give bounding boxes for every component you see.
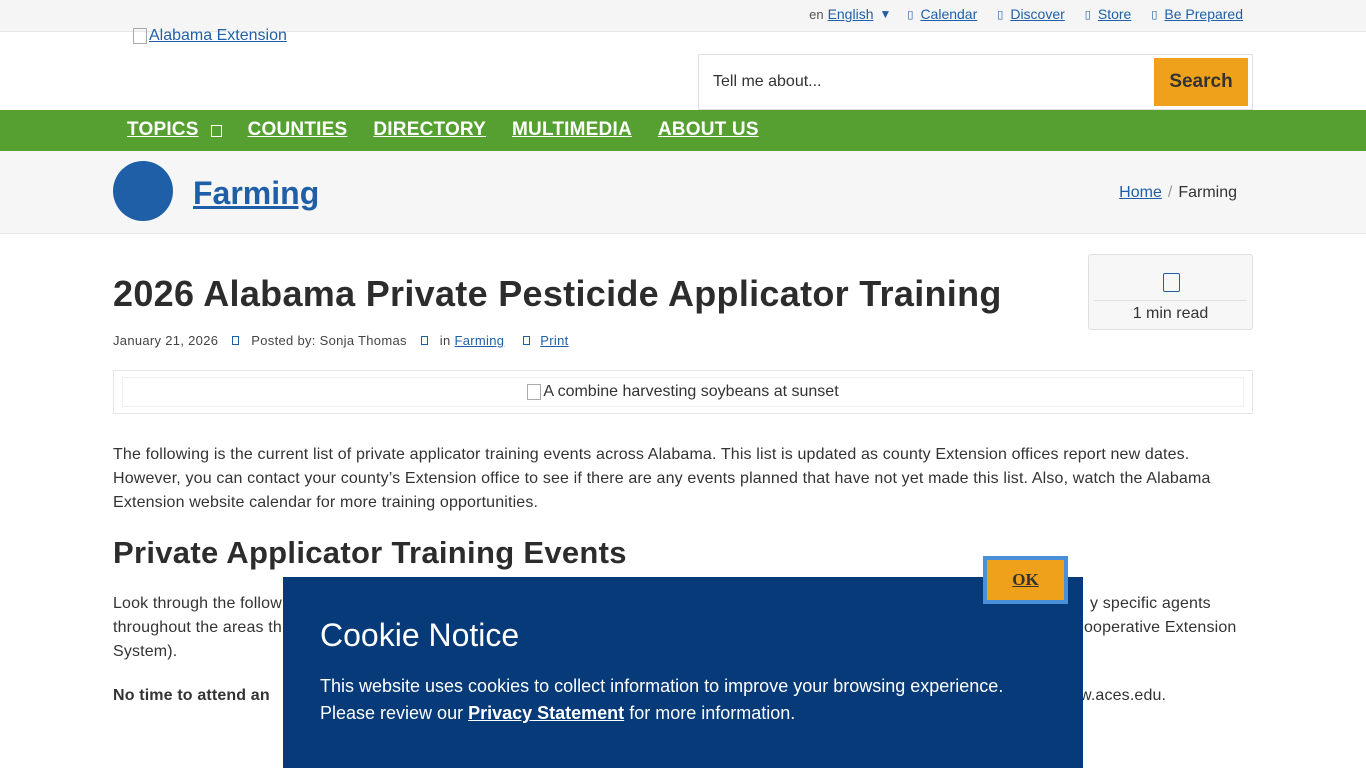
nav-item-directory[interactable]: DIRECTORY xyxy=(373,119,486,141)
para-line-end: ooperative Extension xyxy=(1084,619,1237,636)
topic-title[interactable]: Farming xyxy=(193,175,319,212)
cookie-body-pre: Please review our xyxy=(320,703,464,723)
util-item-discover[interactable]: ▯ Discover xyxy=(997,6,1065,22)
cookie-body-line: This website uses cookies to collect inf… xyxy=(320,676,1004,696)
nav-item-counties[interactable]: COUNTIES xyxy=(248,119,348,141)
breadcrumb-separator: / xyxy=(1167,184,1173,201)
article-title: 2026 Alabama Private Pesticide Applicato… xyxy=(113,273,1002,314)
site-logo[interactable]: Alabama Extension xyxy=(133,27,287,45)
clock-icon xyxy=(1163,273,1180,292)
store-link[interactable]: Store xyxy=(1098,6,1131,22)
para-tail: w.aces.edu. xyxy=(1080,687,1167,704)
para-bold-lead: No time to attend an xyxy=(113,687,270,704)
util-item-be-prepared[interactable]: ▯ Be Prepared xyxy=(1151,6,1243,22)
be-prepared-icon: ▯ xyxy=(1151,8,1158,21)
hero-image-frame: A combine harvesting soybeans at sunset xyxy=(113,370,1253,414)
category-prefix: in xyxy=(439,333,451,348)
nav-topics-link[interactable]: TOPICS xyxy=(127,119,199,140)
print-icon xyxy=(523,336,531,345)
topic-icon xyxy=(113,161,173,221)
calendar-link[interactable]: Calendar xyxy=(920,6,977,22)
discover-icon: ▯ xyxy=(997,8,1004,21)
category-icon xyxy=(420,336,428,345)
hero-image: A combine harvesting soybeans at sunset xyxy=(122,377,1244,407)
section-heading: Private Applicator Training Events xyxy=(113,535,627,570)
breadcrumb: Home / Farming xyxy=(1119,184,1237,202)
chevron-down-icon[interactable]: ▼ xyxy=(879,7,891,21)
dropdown-icon[interactable] xyxy=(210,124,222,137)
article-author: Posted by: Sonja Thomas xyxy=(251,333,407,348)
para-line-start: throughout the areas th xyxy=(113,619,282,636)
util-item-store[interactable]: ▯ Store xyxy=(1085,6,1132,22)
privacy-statement-link[interactable]: Privacy Statement xyxy=(468,703,624,723)
nav-directory-link[interactable]: DIRECTORY xyxy=(373,119,486,140)
divider xyxy=(1094,300,1247,301)
category-link[interactable]: Farming xyxy=(455,333,505,348)
read-time-card: 1 min read xyxy=(1088,254,1253,330)
search-form: Search xyxy=(698,54,1253,110)
search-input[interactable] xyxy=(713,69,1133,95)
discover-link[interactable]: Discover xyxy=(1010,6,1064,22)
cookie-title: Cookie Notice xyxy=(320,617,520,653)
author-icon xyxy=(232,336,240,345)
read-time: 1 min read xyxy=(1132,305,1209,322)
breadcrumb-current: Farming xyxy=(1178,184,1237,201)
utility-links: en English ▼ ▯ Calendar ▯ Discover ▯ Sto… xyxy=(809,6,1243,22)
para-line-end: y specific agents xyxy=(1090,595,1211,612)
cookie-notice: Cookie Notice This website uses cookies … xyxy=(283,577,1083,768)
nav-multimedia-link[interactable]: MULTIMEDIA xyxy=(512,119,632,140)
nav-item-topics[interactable]: TOPICS xyxy=(127,119,222,141)
breadcrumb-home[interactable]: Home xyxy=(1119,184,1162,202)
topic-header: Farming Home / Farming xyxy=(0,151,1366,234)
nav-item-about-us[interactable]: ABOUT US xyxy=(658,119,759,141)
main-nav: TOPICS COUNTIES DIRECTORY MULTIMEDIA ABO… xyxy=(0,110,1366,151)
store-icon: ▯ xyxy=(1084,8,1091,21)
calendar-icon: ▯ xyxy=(907,8,914,21)
article-intro: The following is the current list of pri… xyxy=(113,446,1211,511)
article-meta: January 21, 2026 Posted by: Sonja Thomas… xyxy=(113,333,569,348)
cookie-body-post: for more information. xyxy=(629,703,796,723)
logo-alt-text: Alabama Extension xyxy=(149,27,287,44)
print-link[interactable]: Print xyxy=(540,333,568,348)
cookie-ok-button[interactable]: OK xyxy=(983,556,1068,604)
nav-item-multimedia[interactable]: MULTIMEDIA xyxy=(512,119,632,141)
para-line-start: Look through the follow xyxy=(113,595,282,612)
nav-counties-link[interactable]: COUNTIES xyxy=(248,119,348,140)
cookie-body: This website uses cookies to collect inf… xyxy=(320,673,1050,727)
language-selector[interactable]: en English ▼ xyxy=(809,6,891,22)
be-prepared-link[interactable]: Be Prepared xyxy=(1164,6,1243,22)
language-flag-icon: en xyxy=(809,6,824,22)
article-date: January 21, 2026 xyxy=(113,333,219,348)
nav-about-link[interactable]: ABOUT US xyxy=(658,119,759,140)
hero-image-alt: A combine harvesting soybeans at sunset xyxy=(543,383,839,400)
util-item-calendar[interactable]: ▯ Calendar xyxy=(907,6,977,22)
broken-image-icon xyxy=(133,28,147,44)
language-label[interactable]: English xyxy=(828,6,874,22)
broken-image-icon xyxy=(527,384,542,400)
search-button[interactable]: Search xyxy=(1154,58,1248,106)
